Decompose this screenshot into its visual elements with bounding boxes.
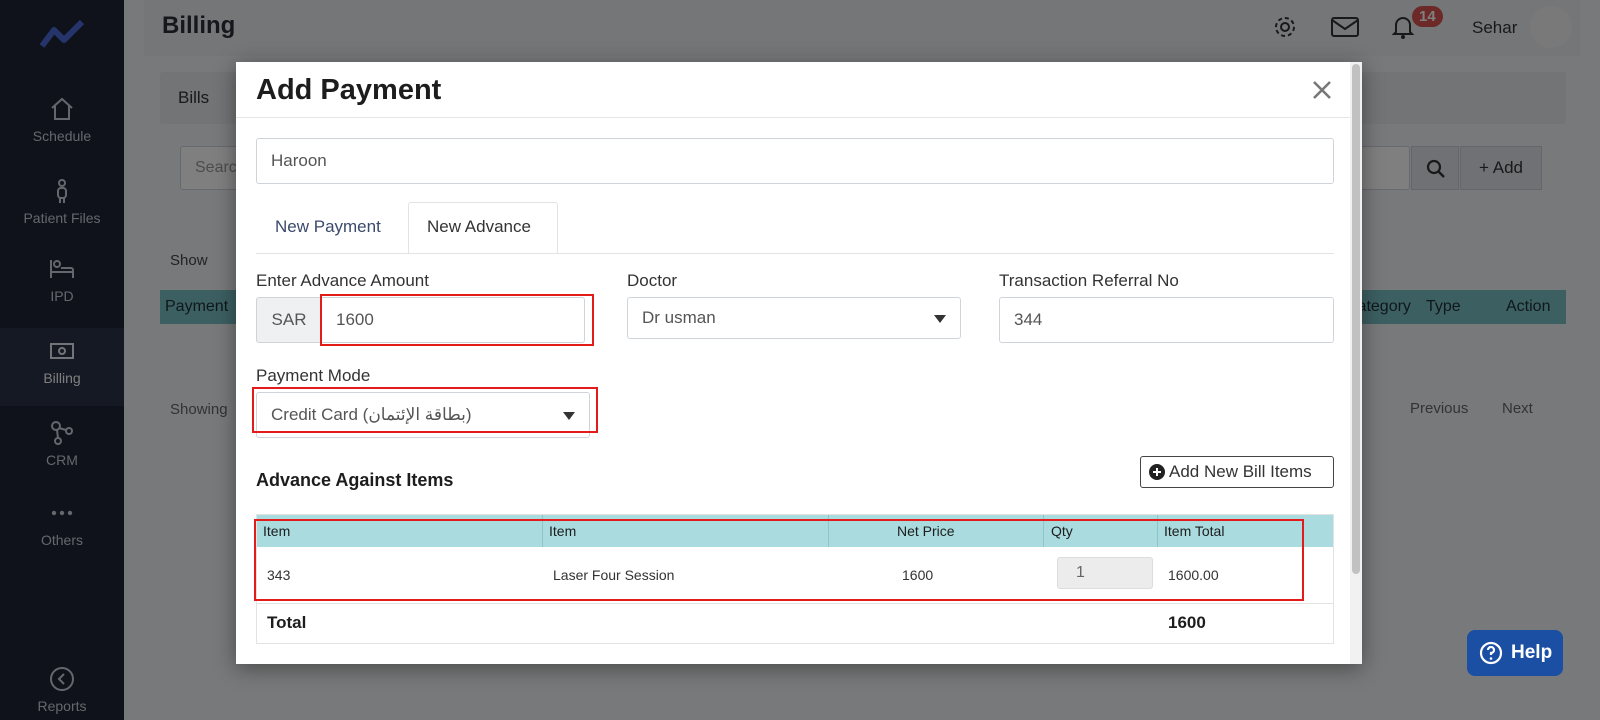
add-payment-modal: Add Payment Haroon New Payment New Advan…	[236, 62, 1362, 664]
transaction-referral-input[interactable]: 344	[999, 297, 1334, 343]
highlight-box-items	[254, 519, 1304, 601]
tab-new-advance[interactable]: New Advance	[427, 217, 531, 237]
payment-mode-label: Payment Mode	[256, 366, 371, 385]
dropdown-caret-icon	[934, 315, 946, 323]
add-new-bill-items-button[interactable]: Add New Bill Items	[1140, 456, 1334, 488]
help-label: Help	[1511, 642, 1553, 663]
currency-addon: SAR	[256, 297, 322, 343]
scrollbar-thumb[interactable]	[1352, 64, 1360, 574]
txn-label: Transaction Referral No	[999, 271, 1179, 290]
highlight-box-amount	[320, 294, 594, 346]
highlight-box-mode	[252, 387, 598, 433]
doctor-value: Dr usman	[642, 308, 716, 327]
help-button[interactable]: Help	[1467, 630, 1563, 676]
modal-title: Add Payment	[256, 74, 442, 106]
patient-field[interactable]: Haroon	[256, 138, 1334, 184]
plus-circle-icon	[1149, 464, 1165, 480]
doctor-select[interactable]: Dr usman	[627, 297, 961, 339]
doctor-label: Doctor	[627, 271, 678, 290]
amount-label: Enter Advance Amount	[256, 271, 429, 290]
section-title: Advance Against Items	[256, 470, 454, 490]
close-icon[interactable]	[1308, 76, 1336, 104]
tab-new-payment[interactable]: New Payment	[275, 217, 381, 237]
add-items-label: Add New Bill Items	[1169, 462, 1312, 481]
question-circle-icon	[1479, 641, 1503, 665]
total-value: 1600	[1168, 613, 1206, 632]
scrollbar[interactable]	[1350, 62, 1362, 664]
modal-header: Add Payment	[236, 62, 1350, 118]
total-label: Total	[267, 613, 307, 632]
row-divider	[257, 603, 1333, 604]
tab-divider	[256, 253, 1334, 254]
